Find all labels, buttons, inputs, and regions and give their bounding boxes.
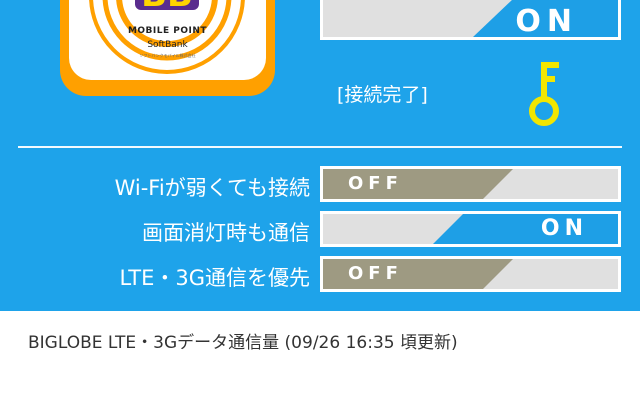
mobile-point-app-icon[interactable]: BB MOBILE POINT SoftBank ソフトバンクモバイル株式会社 — [60, 0, 275, 96]
logo-mobile-point-text: MOBILE POINT — [127, 26, 208, 36]
app-icon-face: BB MOBILE POINT SoftBank ソフトバンクモバイル株式会社 — [69, 0, 266, 80]
setting-label-prefer-lte: LTE・3G通信を優先 — [119, 266, 310, 290]
logo-company-text: ソフトバンクモバイル株式会社 — [139, 53, 196, 58]
toggle-screen-off[interactable]: ON — [320, 211, 621, 247]
key-icon — [529, 62, 559, 126]
section-divider — [18, 146, 622, 148]
mobile-point-panel: BB MOBILE POINT SoftBank ソフトバンクモバイル株式会社 … — [0, 0, 640, 311]
toggle-screen-off-state: ON — [540, 216, 588, 241]
setting-label-screen-off: 画面消灯時も通信 — [142, 221, 310, 245]
logo-softbank-text: SoftBank — [147, 40, 188, 50]
logo-badge-text: BB — [141, 0, 193, 15]
connection-status-text: [接続完了] — [337, 84, 428, 106]
setting-label-weak-wifi: Wi-Fiが弱くても接続 — [114, 176, 310, 200]
main-connection-toggle[interactable]: ON — [320, 0, 621, 40]
toggle-weak-wifi[interactable]: OFF — [320, 166, 621, 202]
toggle-prefer-lte-state: OFF — [348, 263, 403, 284]
data-usage-title: BIGLOBE LTE・3Gデータ通信量 (09/26 16:35 頃更新) — [28, 333, 458, 353]
toggle-weak-wifi-state: OFF — [348, 173, 403, 194]
main-toggle-state: ON — [515, 4, 578, 39]
toggle-prefer-lte[interactable]: OFF — [320, 256, 621, 292]
